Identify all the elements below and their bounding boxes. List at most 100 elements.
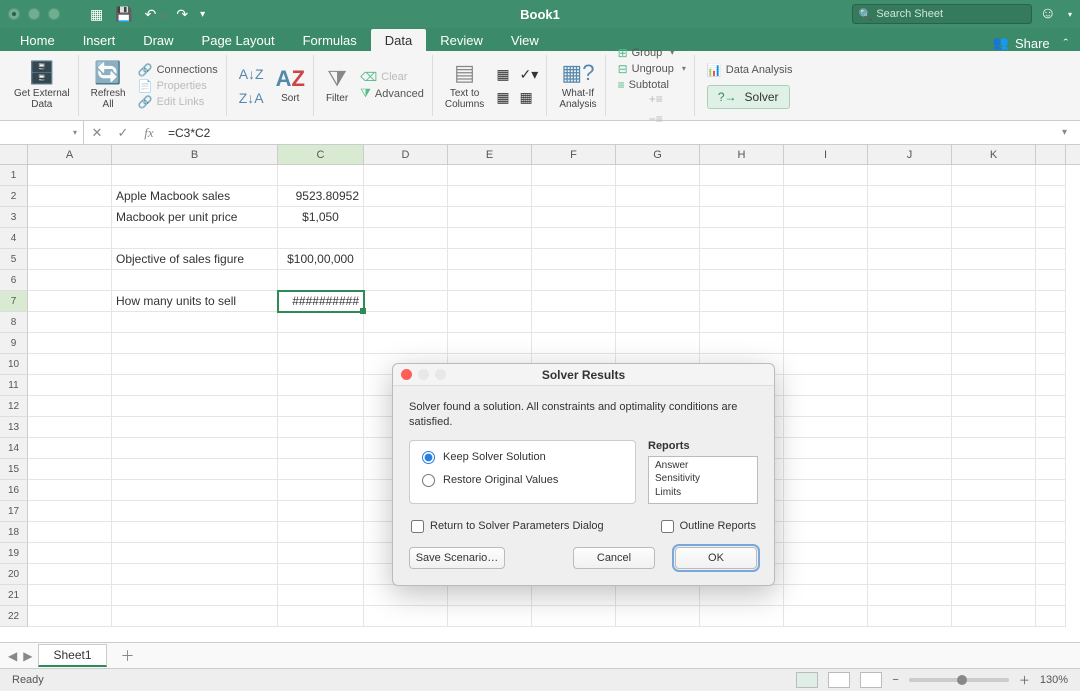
cell-B1[interactable] [112,165,278,186]
cell-B16[interactable] [112,480,278,501]
cell-C22[interactable] [278,606,364,627]
cell-I14[interactable] [784,438,868,459]
what-if-analysis-button[interactable]: ▦? What-If Analysis [559,61,596,109]
cell-J1[interactable] [868,165,952,186]
row-header-13[interactable]: 13 [0,417,28,438]
cell-A22[interactable] [28,606,112,627]
autosave-icon[interactable]: ▦ [90,6,103,23]
cell-I7[interactable] [784,291,868,312]
show-detail-icon[interactable]: +≡ [649,92,663,106]
col-header-K[interactable]: K [952,145,1036,164]
cell-x6[interactable] [1036,270,1066,291]
feedback-menu-caret[interactable]: ▾ [1068,10,1072,19]
cell-J3[interactable] [868,207,952,228]
cell-C10[interactable] [278,354,364,375]
cell-K16[interactable] [952,480,1036,501]
cell-I20[interactable] [784,564,868,585]
cell-C8[interactable] [278,312,364,333]
cell-G2[interactable] [616,186,700,207]
cell-J7[interactable] [868,291,952,312]
row-header-16[interactable]: 16 [0,480,28,501]
cell-A15[interactable] [28,459,112,480]
cell-J9[interactable] [868,333,952,354]
cell-J10[interactable] [868,354,952,375]
cell-C4[interactable] [278,228,364,249]
cell-x14[interactable] [1036,438,1066,459]
cell-A1[interactable] [28,165,112,186]
cell-x21[interactable] [1036,585,1066,606]
name-box[interactable] [0,121,84,144]
cell-x3[interactable] [1036,207,1066,228]
cell-B21[interactable] [112,585,278,606]
cell-G9[interactable] [616,333,700,354]
col-header-H[interactable]: H [700,145,784,164]
normal-view-button[interactable] [796,672,818,688]
cell-x1[interactable] [1036,165,1066,186]
cell-K6[interactable] [952,270,1036,291]
cell-E6[interactable] [448,270,532,291]
cell-B15[interactable] [112,459,278,480]
dialog-close-icon[interactable] [401,369,412,380]
cell-I19[interactable] [784,543,868,564]
cell-E7[interactable] [448,291,532,312]
cell-C21[interactable] [278,585,364,606]
edit-links-button[interactable]: 🔗Edit Links [138,95,205,109]
page-layout-view-button[interactable] [828,672,850,688]
cell-B4[interactable] [112,228,278,249]
save-scenario-button[interactable]: Save Scenario… [409,547,505,569]
advanced-filter-button[interactable]: ⧩Advanced [360,86,424,101]
cell-J4[interactable] [868,228,952,249]
tab-draw[interactable]: Draw [129,29,187,51]
cell-C15[interactable] [278,459,364,480]
cell-C2[interactable]: 9523.80952 [278,186,364,207]
cell-I12[interactable] [784,396,868,417]
cell-G1[interactable] [616,165,700,186]
reports-list[interactable]: Answer Sensitivity Limits [648,456,758,504]
col-header-E[interactable]: E [448,145,532,164]
cell-K12[interactable] [952,396,1036,417]
sort-desc-icon[interactable]: Z↓A [239,90,264,106]
cell-x13[interactable] [1036,417,1066,438]
cell-A21[interactable] [28,585,112,606]
row-header-4[interactable]: 4 [0,228,28,249]
sheet-nav-prev-icon[interactable]: ◀ [8,649,17,663]
cell-A2[interactable] [28,186,112,207]
sheet-nav-next-icon[interactable]: ▶ [23,649,32,663]
sheet-tab-sheet1[interactable]: Sheet1 [38,644,106,667]
cell-K9[interactable] [952,333,1036,354]
cell-H1[interactable] [700,165,784,186]
row-header-22[interactable]: 22 [0,606,28,627]
cell-E1[interactable] [448,165,532,186]
col-header-I[interactable]: I [784,145,868,164]
cell-A13[interactable] [28,417,112,438]
redo-icon[interactable]: ↷ [176,6,188,23]
cell-D8[interactable] [364,312,448,333]
cell-K4[interactable] [952,228,1036,249]
consolidate-icon[interactable]: ▦ [520,89,533,106]
cell-D4[interactable] [364,228,448,249]
cell-B6[interactable] [112,270,278,291]
cell-x7[interactable] [1036,291,1066,312]
cell-x12[interactable] [1036,396,1066,417]
cell-F5[interactable] [532,249,616,270]
cell-x2[interactable] [1036,186,1066,207]
cell-A9[interactable] [28,333,112,354]
formula-input[interactable]: =C3*C2 [162,126,1062,140]
cell-C17[interactable] [278,501,364,522]
minimize-window-button[interactable] [28,8,40,20]
tab-home[interactable]: Home [6,29,69,51]
cell-D1[interactable] [364,165,448,186]
cell-B8[interactable] [112,312,278,333]
cell-A6[interactable] [28,270,112,291]
cell-I18[interactable] [784,522,868,543]
cell-A17[interactable] [28,501,112,522]
zoom-slider[interactable] [909,678,1009,682]
cell-I10[interactable] [784,354,868,375]
cell-B14[interactable] [112,438,278,459]
cell-H9[interactable] [700,333,784,354]
cell-C12[interactable] [278,396,364,417]
tab-page-layout[interactable]: Page Layout [188,29,289,51]
cell-K19[interactable] [952,543,1036,564]
cell-J16[interactable] [868,480,952,501]
outline-reports-checkbox[interactable]: Outline Reports [661,520,756,533]
